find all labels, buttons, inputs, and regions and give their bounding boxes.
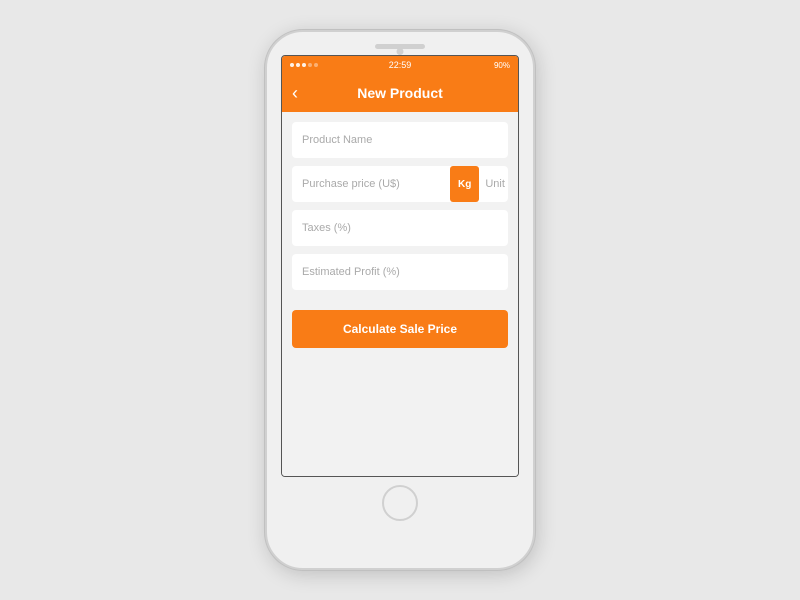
status-time: 22:59 [389, 60, 412, 70]
back-button[interactable]: ‹ [292, 84, 298, 102]
signal-dots [290, 63, 318, 67]
taxes-input[interactable] [302, 222, 498, 234]
product-name-field[interactable] [292, 122, 508, 158]
phone-frame: 22:59 90% ‹ New Product Kg Unit [265, 30, 535, 570]
home-button[interactable] [382, 485, 418, 521]
battery-indicator: 90% [494, 61, 510, 70]
camera [397, 48, 404, 55]
nav-bar: ‹ New Product [282, 74, 518, 112]
product-name-input[interactable] [302, 134, 498, 146]
purchase-price-row: Kg Unit [292, 166, 508, 202]
unit-label: Unit [485, 178, 515, 190]
taxes-field[interactable] [292, 210, 508, 246]
kg-badge[interactable]: Kg [450, 166, 479, 202]
calculate-sale-price-button[interactable]: Calculate Sale Price [292, 310, 508, 348]
page-title: New Product [357, 85, 443, 101]
purchase-price-input[interactable] [302, 178, 444, 190]
estimated-profit-field[interactable] [292, 254, 508, 290]
form-content: Kg Unit Calculate Sale Price [282, 112, 518, 476]
estimated-profit-input[interactable] [302, 266, 498, 278]
phone-screen: 22:59 90% ‹ New Product Kg Unit [281, 55, 519, 477]
status-bar: 22:59 90% [282, 56, 518, 74]
